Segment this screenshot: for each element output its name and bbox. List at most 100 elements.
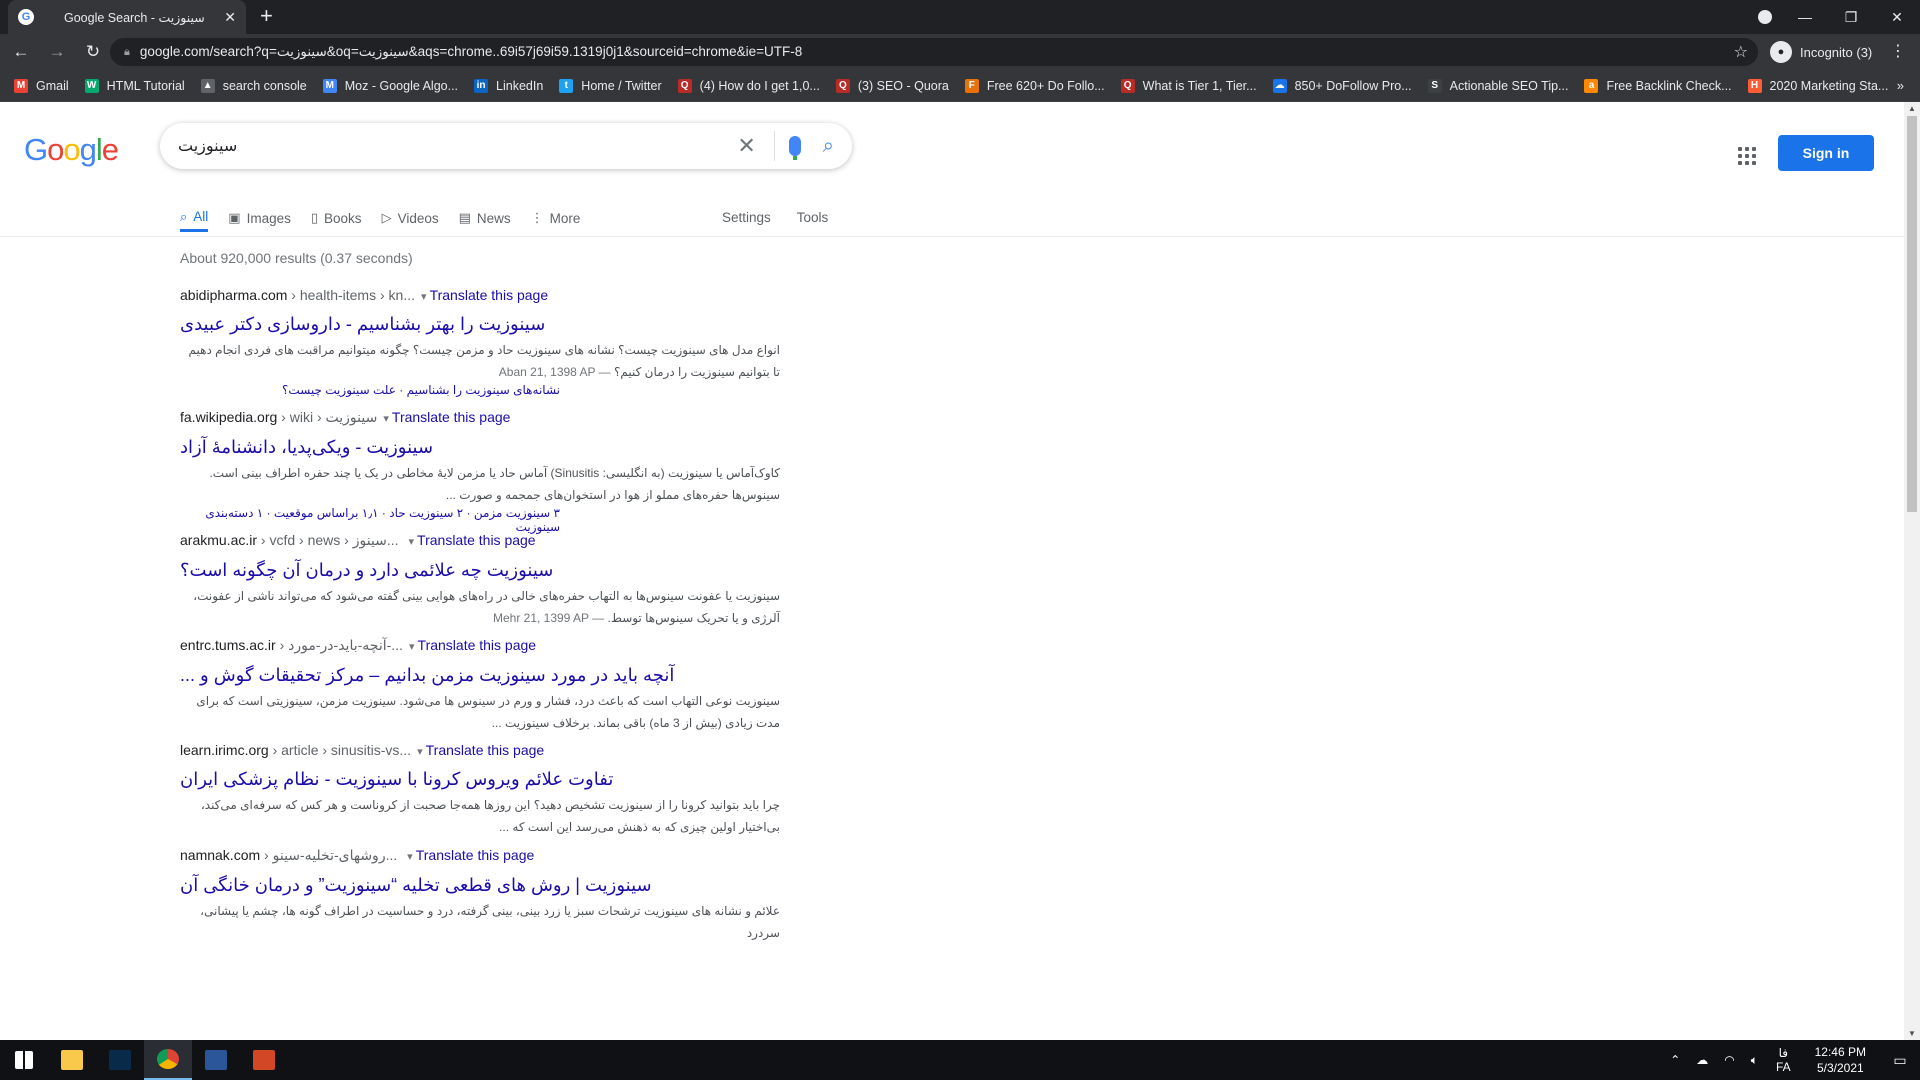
result-title[interactable]: سینوزیت چه علائمی دارد و درمان آن چگونه …	[180, 560, 553, 581]
start-button[interactable]	[0, 1040, 48, 1080]
result-path[interactable]: › vcfd › news › سینوز...	[257, 532, 402, 548]
clear-icon[interactable]: ✕	[737, 133, 755, 159]
word-icon[interactable]	[192, 1040, 240, 1080]
scroll-down-arrow-icon[interactable]: ▼	[1904, 1029, 1920, 1038]
close-tab-icon[interactable]: ✕	[224, 9, 236, 26]
bookmark-item[interactable]: ☁ 850+ DoFollow Pro...	[1272, 78, 1412, 93]
tab-news[interactable]: ▤ News	[459, 204, 511, 232]
ahrefs-icon: a	[1584, 78, 1599, 93]
bookmark-item[interactable]: ▲ search console	[200, 78, 307, 93]
translate-link[interactable]: Translate this page	[408, 532, 535, 548]
translate-link[interactable]: Translate this page	[417, 742, 544, 758]
bookmark-item[interactable]: M Moz - Google Algo...	[322, 78, 458, 93]
chrome-icon[interactable]	[144, 1040, 192, 1080]
bookmark-star-icon[interactable]: ☆	[1734, 42, 1748, 62]
result-path[interactable]: › آنچه-باید-در-مورد-...	[276, 637, 403, 653]
result-sitelinks[interactable]: نشانه‌های سینوزیت را بشناسیم · علت سینوز…	[180, 383, 560, 397]
translate-link[interactable]: Translate this page	[407, 847, 534, 863]
bookmark-item[interactable]: Q (4) How do I get 1,0...	[677, 78, 820, 93]
minimize-button[interactable]: —	[1782, 9, 1828, 25]
result-domain[interactable]: namnak.com	[180, 847, 260, 863]
google-favicon-icon: G	[18, 9, 34, 25]
new-tab-button[interactable]: +	[260, 4, 273, 28]
notifications-icon[interactable]: ▭	[1880, 1052, 1920, 1069]
translate-link[interactable]: Translate this page	[409, 637, 536, 653]
powerpoint-icon[interactable]	[240, 1040, 288, 1080]
bookmark-label: Actionable SEO Tip...	[1449, 78, 1569, 93]
bookmark-item[interactable]: F Free 620+ Do Follo...	[964, 78, 1105, 93]
scrollbar-thumb[interactable]	[1907, 116, 1917, 512]
result-path[interactable]: › article › sinusitis-vs...	[269, 742, 411, 758]
incognito-profile-button[interactable]: ● Incognito (3)	[1770, 39, 1872, 65]
clock[interactable]: 12:46 PM 5/3/2021	[1815, 1044, 1866, 1076]
search-box[interactable]: سینوزیت ✕ ⌕	[160, 123, 852, 169]
wifi-icon[interactable]: ◠	[1724, 1053, 1734, 1067]
search-icon[interactable]: ⌕	[823, 135, 834, 158]
scroll-up-arrow-icon[interactable]: ▲	[1904, 104, 1920, 113]
bookmark-item[interactable]: M Gmail	[14, 78, 69, 93]
page-scrollbar[interactable]: ▲ ▼	[1904, 102, 1920, 1040]
chrome-menu-icon[interactable]: ⋮	[1890, 41, 1906, 61]
bookmark-item[interactable]: a Free Backlink Check...	[1584, 78, 1732, 93]
google-apps-icon[interactable]	[1738, 147, 1756, 165]
bookmark-item[interactable]: Q What is Tier 1, Tier...	[1120, 78, 1257, 93]
tab-more[interactable]: ⋮ More	[531, 204, 581, 232]
tools-link[interactable]: Tools	[797, 204, 829, 232]
tab-all[interactable]: ⌕ All	[180, 204, 209, 232]
chevron-up-icon[interactable]: ⌃	[1670, 1053, 1680, 1067]
result-title[interactable]: تفاوت علائم ویروس کرونا با سینوزیت - نظا…	[180, 769, 613, 790]
result-path[interactable]: › health-items › kn...	[287, 287, 415, 303]
translate-link[interactable]: Translate this page	[421, 287, 548, 303]
lock-icon[interactable]: 🔒︎	[124, 46, 130, 59]
tab-search-icon[interactable]	[1758, 10, 1772, 24]
result-path[interactable]: › wiki › سینوزیت	[277, 409, 377, 425]
file-explorer-icon[interactable]	[48, 1040, 96, 1080]
search-input[interactable]: سینوزیت	[178, 136, 737, 156]
tab-images[interactable]: ▣ Images	[228, 204, 291, 232]
address-bar[interactable]: 🔒︎ google.com/search?q=سینوزیت&oq=سینوزی…	[110, 38, 1758, 66]
bookmarks-overflow-icon[interactable]: »	[1897, 78, 1904, 93]
bookmark-item[interactable]: in LinkedIn	[474, 78, 543, 93]
settings-link[interactable]: Settings	[722, 204, 771, 232]
address-url[interactable]: google.com/search?q=سینوزیت&oq=سینوزیت&a…	[140, 44, 1734, 60]
close-window-button[interactable]: ✕	[1874, 9, 1920, 26]
bookmark-item[interactable]: Q (3) SEO - Quora	[835, 78, 949, 93]
google-logo[interactable]: Google	[24, 132, 119, 168]
reload-icon[interactable]: ↻	[78, 42, 108, 62]
result-cite[interactable]: fa.wikipedia.org › wiki › سینوزیت Transla…	[180, 409, 780, 426]
volume-icon[interactable]: 🔈︎	[1751, 1053, 1758, 1068]
result-domain[interactable]: entrc.tums.ac.ir	[180, 637, 276, 653]
result-sitelinks[interactable]: ۳ سینوزیت مزمن · ۲ سینوزیت حاد · ۱٫۱ برا…	[180, 506, 560, 534]
result-path[interactable]: › روشهای-تخلیه-سینو...	[260, 847, 401, 863]
bookmark-item[interactable]: t Home / Twitter	[559, 78, 662, 93]
microphone-icon[interactable]	[788, 136, 801, 160]
result-domain[interactable]: fa.wikipedia.org	[180, 409, 277, 425]
photoshop-icon[interactable]	[96, 1040, 144, 1080]
back-arrow-icon[interactable]: ←	[6, 42, 36, 62]
result-title[interactable]: آنچه باید در مورد سینوزیت مزمن بدانیم – …	[180, 665, 674, 686]
result-cite[interactable]: learn.irimc.org › article › sinusitis-vs…	[180, 742, 780, 758]
onedrive-icon[interactable]: ☁	[1696, 1053, 1708, 1067]
moz-icon: M	[322, 78, 337, 93]
result-cite[interactable]: entrc.tums.ac.ir › آنچه-باید-در-مورد-...…	[180, 637, 780, 654]
result-domain[interactable]: abidipharma.com	[180, 287, 287, 303]
result-domain[interactable]: learn.irimc.org	[180, 742, 269, 758]
bookmark-item[interactable]: S Actionable SEO Tip...	[1427, 78, 1569, 93]
language-indicator[interactable]: فا FA	[1776, 1046, 1791, 1074]
result-cite[interactable]: namnak.com › روشهای-تخلیه-سینو... Transl…	[180, 847, 780, 864]
result-cite[interactable]: arakmu.ac.ir › vcfd › news › سینوز... Tr…	[180, 532, 780, 549]
forward-arrow-icon[interactable]: →	[42, 42, 72, 62]
bookmark-item[interactable]: H 2020 Marketing Sta...	[1747, 78, 1888, 93]
tab-videos[interactable]: ▷ Videos	[382, 204, 439, 232]
restore-button[interactable]: ❐	[1828, 9, 1874, 26]
translate-link[interactable]: Translate this page	[383, 409, 510, 425]
tab-books[interactable]: ▯ Books	[311, 204, 362, 232]
result-cite[interactable]: abidipharma.com › health-items › kn... Tr…	[180, 287, 780, 303]
result-title[interactable]: سینوزیت را بهتر بشناسیم - داروسازی دکتر …	[180, 314, 545, 335]
browser-tab[interactable]: G Google Search - سینوزیت ✕	[8, 0, 246, 34]
result-domain[interactable]: arakmu.ac.ir	[180, 532, 257, 548]
result-title[interactable]: سینوزیت | روش های قطعی تخلیه “سینوزیت” و…	[180, 875, 652, 896]
result-title[interactable]: سینوزیت - ویکی‌پدیا، دانشنامهٔ آزاد	[180, 437, 433, 458]
bookmark-item[interactable]: W HTML Tutorial	[84, 78, 185, 93]
sign-in-button[interactable]: Sign in	[1778, 135, 1874, 171]
